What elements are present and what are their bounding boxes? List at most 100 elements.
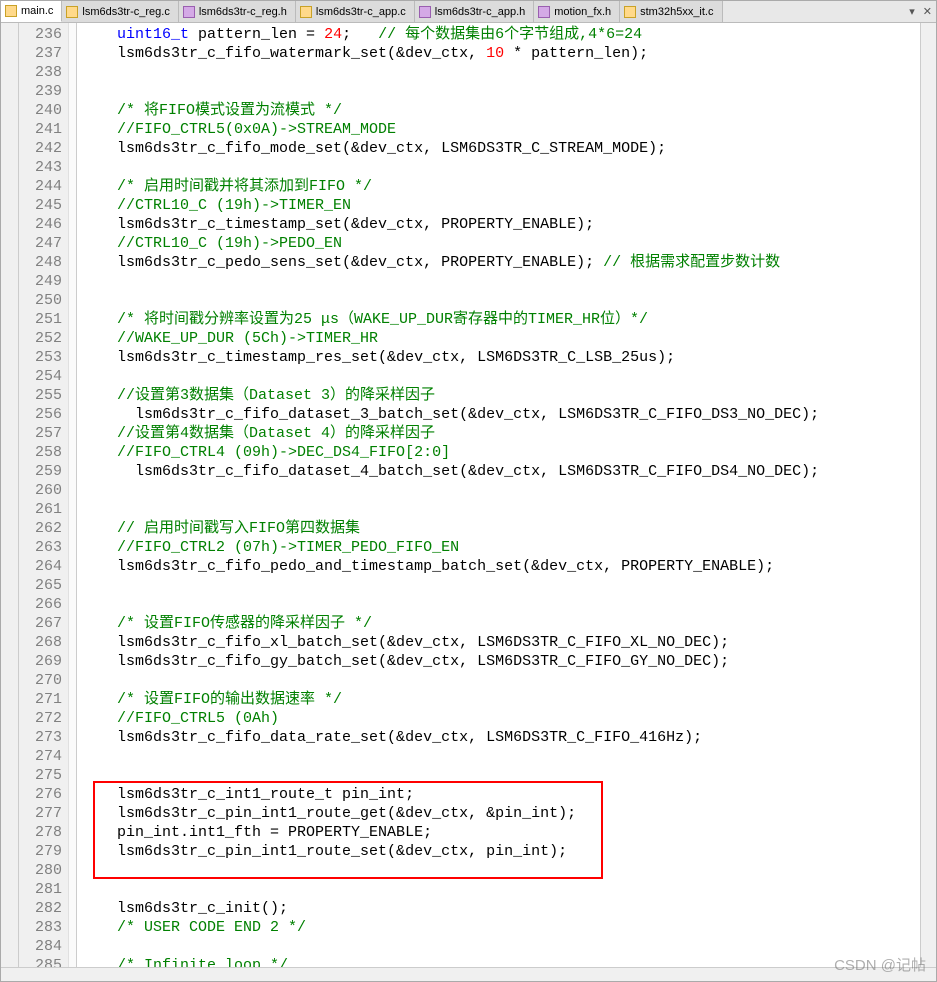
vertical-scrollbar[interactable] [920,23,936,967]
code-line[interactable] [81,500,920,519]
line-number: 281 [19,880,62,899]
line-number: 274 [19,747,62,766]
code-line[interactable] [81,576,920,595]
code-line[interactable]: //CTRL10_C (19h)->PEDO_EN [81,234,920,253]
code-line[interactable]: lsm6ds3tr_c_fifo_data_rate_set(&dev_ctx,… [81,728,920,747]
tab-main-c[interactable]: main.c [1,1,62,22]
code-line[interactable]: lsm6ds3tr_c_fifo_xl_batch_set(&dev_ctx, … [81,633,920,652]
line-number: 239 [19,82,62,101]
code-line[interactable]: //CTRL10_C (19h)->TIMER_EN [81,196,920,215]
line-number: 268 [19,633,62,652]
line-number: 252 [19,329,62,348]
code-line[interactable]: //设置第4数据集（Dataset 4）的降采样因子 [81,424,920,443]
line-number: 247 [19,234,62,253]
code-line[interactable]: /* 启用时间戳并将其添加到FIFO */ [81,177,920,196]
tab-label: lsm6ds3tr-c_reg.h [199,6,287,18]
code-line[interactable]: //FIFO_CTRL2 (07h)->TIMER_PEDO_FIFO_EN [81,538,920,557]
tab-stm32h5xx-it-c[interactable]: stm32h5xx_it.c [620,1,722,22]
code-line[interactable]: //FIFO_CTRL5(0x0A)->STREAM_MODE [81,120,920,139]
file-c-icon [66,6,78,18]
line-number: 242 [19,139,62,158]
line-number: 236 [19,25,62,44]
code-line[interactable]: //FIFO_CTRL5 (0Ah) [81,709,920,728]
line-number: 264 [19,557,62,576]
code-line[interactable]: /* 将时间戳分辨率设置为25 μs（WAKE_UP_DUR寄存器中的TIMER… [81,310,920,329]
fold-gutter [69,23,77,967]
tab-lsm6ds3tr-c-app-c[interactable]: lsm6ds3tr-c_app.c [296,1,415,22]
code-line[interactable] [81,291,920,310]
file-c-icon [5,5,17,17]
code-line[interactable]: /* USER CODE END 2 */ [81,918,920,937]
code-line[interactable]: // 启用时间戳写入FIFO第四数据集 [81,519,920,538]
code-line[interactable]: pin_int.int1_fth = PROPERTY_ENABLE; [81,823,920,842]
tab-lsm6ds3tr-c-reg-h[interactable]: lsm6ds3tr-c_reg.h [179,1,296,22]
code-line[interactable] [81,861,920,880]
code-line[interactable]: /* 设置FIFO传感器的降采样因子 */ [81,614,920,633]
line-number: 271 [19,690,62,709]
line-number: 250 [19,291,62,310]
line-number: 241 [19,120,62,139]
tab-dropdown-icon[interactable]: ▾ [905,5,919,18]
code-line[interactable]: /* 将FIFO模式设置为流模式 */ [81,101,920,120]
tab-label: motion_fx.h [554,6,611,18]
code-line[interactable] [81,880,920,899]
code-line[interactable]: /* Infinite loop */ [81,956,920,967]
code-line[interactable]: lsm6ds3tr_c_pin_int1_route_get(&dev_ctx,… [81,804,920,823]
code-line[interactable] [81,63,920,82]
code-line[interactable]: lsm6ds3tr_c_fifo_pedo_and_timestamp_batc… [81,557,920,576]
file-h-icon [183,6,195,18]
tab-close-icon[interactable]: ✕ [919,5,936,18]
code-line[interactable]: //FIFO_CTRL4 (09h)->DEC_DS4_FIFO[2:0] [81,443,920,462]
line-number: 272 [19,709,62,728]
tab-lsm6ds3tr-c-reg-c[interactable]: lsm6ds3tr-c_reg.c [62,1,178,22]
code-line[interactable] [81,937,920,956]
line-number: 240 [19,101,62,120]
line-number: 269 [19,652,62,671]
file-c-icon [300,6,312,18]
tab-motion-fx-h[interactable]: motion_fx.h [534,1,620,22]
code-area[interactable]: uint16_t pattern_len = 24; // 每个数据集由6个字节… [77,23,920,967]
code-line[interactable]: lsm6ds3tr_c_fifo_watermark_set(&dev_ctx,… [81,44,920,63]
code-line[interactable]: lsm6ds3tr_c_fifo_dataset_4_batch_set(&de… [81,462,920,481]
code-line[interactable] [81,766,920,785]
code-line[interactable]: lsm6ds3tr_c_fifo_dataset_3_batch_set(&de… [81,405,920,424]
code-line[interactable]: lsm6ds3tr_c_pedo_sens_set(&dev_ctx, PROP… [81,253,920,272]
horizontal-scrollbar[interactable] [1,967,936,981]
code-line[interactable]: //WAKE_UP_DUR (5Ch)->TIMER_HR [81,329,920,348]
line-number: 266 [19,595,62,614]
line-number: 262 [19,519,62,538]
code-line[interactable] [81,158,920,177]
line-number: 255 [19,386,62,405]
line-number: 244 [19,177,62,196]
code-line[interactable] [81,367,920,386]
bookmark-gutter [1,23,19,967]
line-number: 254 [19,367,62,386]
line-number: 283 [19,918,62,937]
code-line[interactable]: /* 设置FIFO的输出数据速率 */ [81,690,920,709]
code-line[interactable]: lsm6ds3tr_c_int1_route_t pin_int; [81,785,920,804]
tab-lsm6ds3tr-c-app-h[interactable]: lsm6ds3tr-c_app.h [415,1,535,22]
code-line[interactable]: //设置第3数据集（Dataset 3）的降采样因子 [81,386,920,405]
line-number: 282 [19,899,62,918]
line-number: 259 [19,462,62,481]
tab-label: lsm6ds3tr-c_app.h [435,6,526,18]
file-c-icon [624,6,636,18]
code-line[interactable] [81,481,920,500]
code-line[interactable] [81,82,920,101]
code-line[interactable]: lsm6ds3tr_c_timestamp_res_set(&dev_ctx, … [81,348,920,367]
code-line[interactable]: lsm6ds3tr_c_fifo_mode_set(&dev_ctx, LSM6… [81,139,920,158]
code-line[interactable]: lsm6ds3tr_c_fifo_gy_batch_set(&dev_ctx, … [81,652,920,671]
code-line[interactable] [81,272,920,291]
code-line[interactable] [81,595,920,614]
code-line[interactable]: uint16_t pattern_len = 24; // 每个数据集由6个字节… [81,25,920,44]
code-line[interactable] [81,747,920,766]
line-number: 237 [19,44,62,63]
line-number: 279 [19,842,62,861]
line-number: 278 [19,823,62,842]
code-line[interactable]: lsm6ds3tr_c_timestamp_set(&dev_ctx, PROP… [81,215,920,234]
code-line[interactable]: lsm6ds3tr_c_init(); [81,899,920,918]
line-number: 258 [19,443,62,462]
tab-label: lsm6ds3tr-c_reg.c [82,6,169,18]
code-line[interactable]: lsm6ds3tr_c_pin_int1_route_set(&dev_ctx,… [81,842,920,861]
code-line[interactable] [81,671,920,690]
